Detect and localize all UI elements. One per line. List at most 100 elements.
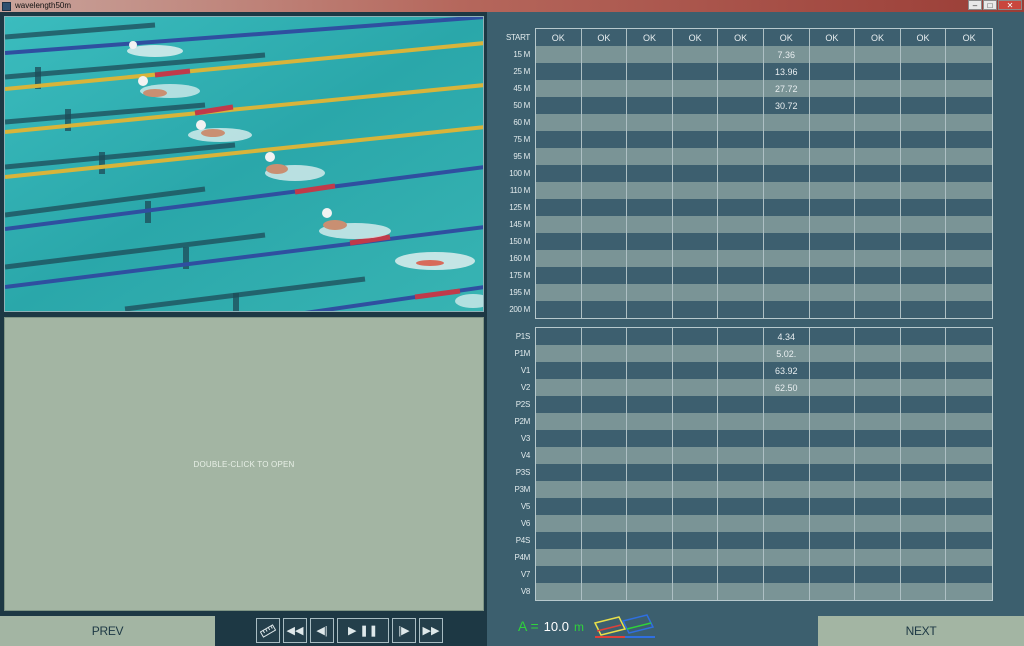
split-cell[interactable] [764, 114, 810, 131]
stroke-cell[interactable] [946, 583, 992, 600]
stroke-cell[interactable] [901, 498, 947, 515]
split-cell[interactable] [536, 267, 582, 284]
stroke-cell[interactable] [946, 430, 992, 447]
stroke-cell[interactable] [582, 583, 628, 600]
split-cell[interactable] [946, 216, 992, 233]
stroke-cell[interactable] [582, 396, 628, 413]
split-cell[interactable] [946, 284, 992, 301]
stroke-cell[interactable] [582, 447, 628, 464]
split-cell[interactable] [536, 63, 582, 80]
split-cell[interactable] [855, 250, 901, 267]
minimize-button[interactable]: – [968, 0, 982, 10]
stroke-cell[interactable] [718, 328, 764, 345]
split-cell[interactable] [582, 97, 628, 114]
stroke-cell[interactable] [673, 447, 719, 464]
lane-ok-button[interactable]: OK [810, 29, 856, 46]
stroke-cell[interactable] [901, 379, 947, 396]
stroke-cell[interactable] [673, 549, 719, 566]
stroke-cell[interactable] [718, 362, 764, 379]
stroke-cell[interactable] [946, 413, 992, 430]
split-cell[interactable] [946, 148, 992, 165]
stroke-cell[interactable] [764, 430, 810, 447]
stroke-cell[interactable] [718, 379, 764, 396]
next-button[interactable]: NEXT [818, 616, 1024, 646]
split-cell[interactable] [627, 63, 673, 80]
stroke-cell[interactable] [810, 481, 856, 498]
split-cell[interactable] [855, 80, 901, 97]
stroke-cell[interactable] [764, 549, 810, 566]
split-cell[interactable] [673, 199, 719, 216]
split-cell[interactable] [946, 182, 992, 199]
stroke-cell[interactable] [901, 430, 947, 447]
stroke-cell[interactable] [764, 532, 810, 549]
split-cell[interactable] [810, 80, 856, 97]
stroke-cell[interactable] [855, 464, 901, 481]
split-cell[interactable] [627, 216, 673, 233]
split-cell[interactable] [855, 267, 901, 284]
play-pause-button[interactable]: ▶ ❚❚ [337, 618, 389, 643]
lane-ok-button[interactable]: OK [627, 29, 673, 46]
stroke-cell[interactable] [810, 379, 856, 396]
stroke-cell[interactable] [855, 583, 901, 600]
split-cell[interactable] [536, 250, 582, 267]
split-cell[interactable] [810, 97, 856, 114]
stroke-cell[interactable] [673, 379, 719, 396]
split-cell[interactable] [627, 131, 673, 148]
stroke-cell[interactable] [582, 413, 628, 430]
lane-ok-button[interactable]: OK [582, 29, 628, 46]
stroke-cell[interactable] [855, 498, 901, 515]
split-cell[interactable] [536, 46, 582, 63]
a-value[interactable]: 10.0 [544, 619, 569, 634]
stroke-cell[interactable] [718, 481, 764, 498]
split-cell[interactable] [855, 301, 901, 318]
stroke-cell[interactable] [718, 430, 764, 447]
stroke-cell[interactable] [536, 498, 582, 515]
stroke-cell[interactable] [582, 498, 628, 515]
stroke-cell[interactable] [673, 481, 719, 498]
stroke-cell[interactable] [946, 396, 992, 413]
split-cell[interactable] [627, 250, 673, 267]
stroke-cell[interactable] [810, 413, 856, 430]
split-cell[interactable] [855, 199, 901, 216]
split-cell[interactable] [901, 199, 947, 216]
split-cell[interactable] [627, 46, 673, 63]
stroke-cell[interactable] [855, 481, 901, 498]
split-cell[interactable] [855, 284, 901, 301]
stroke-cell[interactable] [718, 413, 764, 430]
split-cell[interactable] [946, 80, 992, 97]
split-cell[interactable] [810, 46, 856, 63]
stroke-cell[interactable] [536, 362, 582, 379]
lane-ok-button[interactable]: OK [673, 29, 719, 46]
stroke-cell[interactable] [582, 532, 628, 549]
stroke-cell[interactable] [627, 430, 673, 447]
split-cell[interactable] [582, 114, 628, 131]
stroke-cell[interactable] [764, 464, 810, 481]
split-cell[interactable] [764, 301, 810, 318]
stroke-cell[interactable] [810, 498, 856, 515]
stroke-cell[interactable] [810, 549, 856, 566]
split-cell[interactable] [901, 46, 947, 63]
stroke-cell[interactable] [901, 583, 947, 600]
stroke-cell[interactable] [673, 515, 719, 532]
split-cell[interactable] [810, 182, 856, 199]
stroke-cell[interactable] [855, 430, 901, 447]
split-cell[interactable] [764, 216, 810, 233]
split-cell[interactable] [946, 165, 992, 182]
stroke-cell[interactable] [627, 413, 673, 430]
stroke-cell[interactable]: 4.34 [764, 328, 810, 345]
split-cell[interactable] [673, 284, 719, 301]
stroke-cell[interactable] [536, 583, 582, 600]
close-button[interactable]: ✕ [998, 0, 1022, 10]
split-cell[interactable] [810, 148, 856, 165]
split-cell[interactable] [536, 114, 582, 131]
split-cell[interactable] [901, 97, 947, 114]
lane-ok-button[interactable]: OK [855, 29, 901, 46]
lane-ok-button[interactable]: OK [764, 29, 810, 46]
stroke-cell[interactable] [946, 498, 992, 515]
split-cell[interactable] [718, 80, 764, 97]
stroke-cell[interactable]: 63.92 [764, 362, 810, 379]
stroke-cell[interactable] [673, 464, 719, 481]
stroke-cell[interactable] [901, 362, 947, 379]
split-cell[interactable] [673, 182, 719, 199]
prev-button[interactable]: PREV [0, 616, 215, 646]
